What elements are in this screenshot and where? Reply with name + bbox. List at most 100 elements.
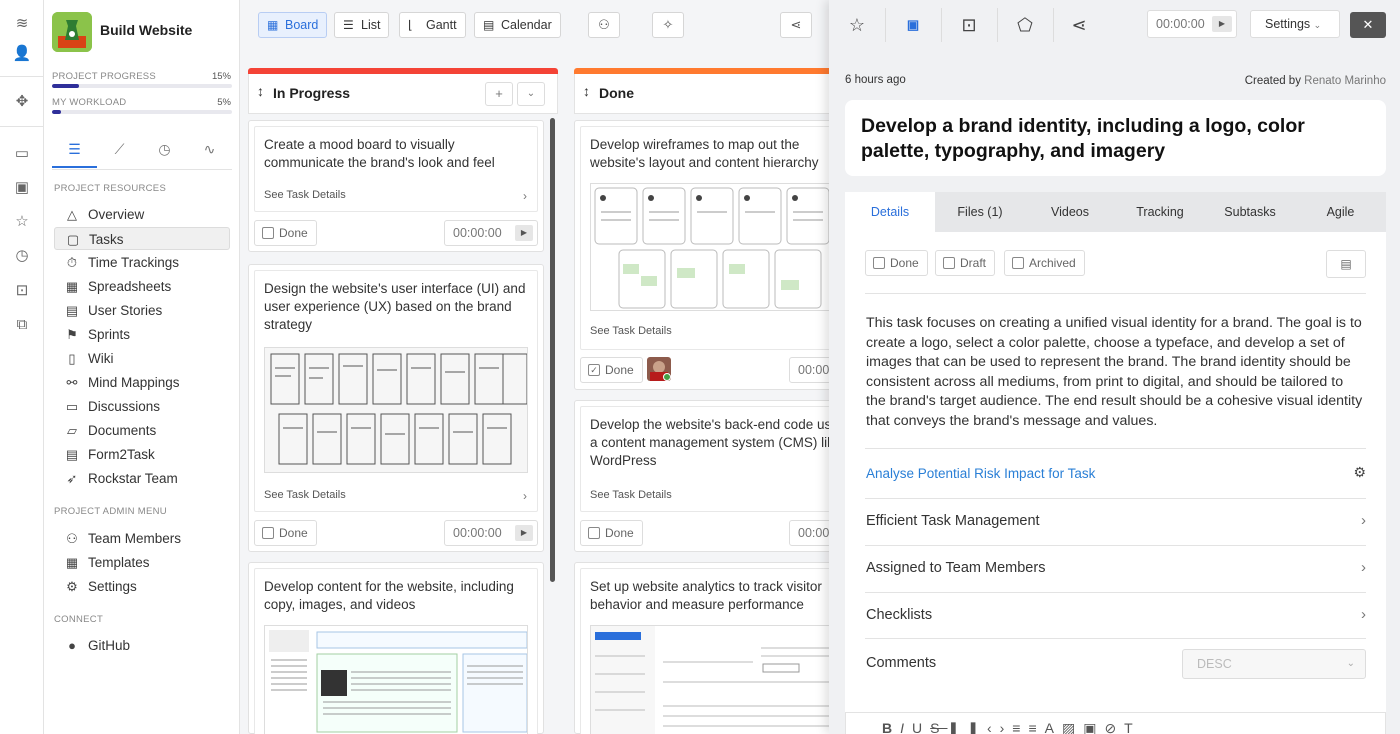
- clear-format-icon[interactable]: T: [1124, 720, 1141, 734]
- chevron-right-icon[interactable]: ›: [1361, 512, 1366, 529]
- section-assigned-team-members[interactable]: Assigned to Team Members: [866, 560, 1366, 576]
- compass-icon[interactable]: ✥: [12, 92, 32, 112]
- code-icon[interactable]: ‹›: [987, 720, 1012, 734]
- tab-files[interactable]: Files (1): [935, 192, 1025, 232]
- code-icon[interactable]: ⧉: [12, 315, 32, 335]
- image-icon[interactable]: ▣: [12, 178, 32, 198]
- task-timer[interactable]: 00:00:00 ▶: [444, 520, 538, 546]
- task-card-body[interactable]: Develop the website's back-end code usin…: [580, 406, 864, 512]
- briefcase-icon[interactable]: ▭: [12, 144, 32, 164]
- sparkle-icon[interactable]: ✧: [652, 12, 684, 38]
- activity-icon[interactable]: ∿: [187, 134, 232, 168]
- highlight-icon[interactable]: ▨: [1062, 720, 1083, 734]
- sort-arrows-icon[interactable]: ↕: [583, 83, 590, 99]
- sidebar-item-mind-mappings[interactable]: ⚯ Mind Mappings: [54, 371, 230, 394]
- sidebar-item-tasks[interactable]: ▢ Tasks: [54, 227, 230, 250]
- panel-timer[interactable]: 00:00:00 ▶: [1147, 10, 1237, 38]
- risk-analysis-link[interactable]: Analyse Potential Risk Impact for Task: [866, 466, 1095, 481]
- comments-sort-select[interactable]: DESC ⌄: [1182, 649, 1366, 679]
- ordered-list-icon[interactable]: ≡: [1012, 720, 1028, 734]
- sort-arrows-icon[interactable]: ↕: [257, 83, 264, 99]
- sidebar-item-user-stories[interactable]: ▤ User Stories: [54, 299, 230, 322]
- people-icon[interactable]: ⚇: [588, 12, 620, 38]
- robot-icon[interactable]: ⊡: [12, 281, 32, 301]
- sidebar-item-spreadsheets[interactable]: ▦ Spreadsheets: [54, 275, 230, 298]
- quote-icon[interactable]: ❚❚: [947, 720, 986, 734]
- bold-icon[interactable]: B: [882, 720, 900, 734]
- play-icon[interactable]: ▶: [1212, 16, 1232, 32]
- checkbox-box[interactable]: [873, 257, 885, 269]
- project-title[interactable]: Build Website: [100, 22, 192, 38]
- done-checkbox[interactable]: Done: [865, 250, 928, 276]
- history-icon[interactable]: ◷: [142, 134, 187, 168]
- link-icon[interactable]: ⊘: [1104, 720, 1124, 734]
- settings-dropdown[interactable]: Settings ⌄: [1250, 10, 1340, 38]
- chart-icon[interactable]: ⟋: [97, 134, 142, 168]
- chevron-right-icon[interactable]: ›: [1361, 559, 1366, 576]
- see-task-details-link[interactable]: See Task Details: [264, 489, 346, 501]
- chevron-down-icon[interactable]: ⌄: [517, 82, 545, 106]
- checkbox-box[interactable]: [1012, 257, 1024, 269]
- checkbox-box[interactable]: [262, 527, 274, 539]
- sidebar-item-templates[interactable]: ▦ Templates: [54, 551, 230, 574]
- avatar[interactable]: [647, 357, 671, 381]
- done-checkbox[interactable]: Done: [580, 520, 643, 546]
- play-icon[interactable]: ▶: [515, 525, 533, 541]
- task-card-body[interactable]: Set up website analytics to track visito…: [580, 568, 864, 734]
- sidebar-item-documents[interactable]: ▱ Documents: [54, 419, 230, 442]
- board-view-button[interactable]: ▦ Board: [258, 12, 328, 38]
- share-icon[interactable]: ⋖: [780, 12, 812, 38]
- see-task-details-link[interactable]: See Task Details: [590, 489, 672, 501]
- task-timer[interactable]: 00:00:00 ▶: [444, 220, 538, 246]
- task-card-body[interactable]: Develop wireframes to map out the websit…: [580, 126, 864, 350]
- checkbox-box[interactable]: ✓: [588, 364, 600, 376]
- done-checkbox[interactable]: Done: [254, 520, 317, 546]
- section-efficient-task-management[interactable]: Efficient Task Management: [866, 513, 1366, 529]
- task-card-body[interactable]: Develop content for the website, includi…: [254, 568, 538, 734]
- clock-icon[interactable]: ◷: [12, 246, 32, 266]
- italic-icon[interactable]: I: [900, 720, 912, 734]
- sidebar-item-time-trackings[interactable]: ⏱ Time Trackings: [54, 251, 230, 274]
- sidebar-item-team-members[interactable]: ⚇ Team Members: [54, 527, 230, 550]
- sidebar-item-sprints[interactable]: ⚑ Sprints: [54, 323, 230, 346]
- task-card[interactable]: Design the website's user interface (UI)…: [248, 264, 544, 552]
- task-card-body[interactable]: Design the website's user interface (UI)…: [254, 270, 538, 512]
- sidebar-item-form2task[interactable]: ▤ Form2Task: [54, 443, 230, 466]
- tab-videos[interactable]: Videos: [1025, 192, 1115, 232]
- archived-checkbox[interactable]: Archived: [1004, 250, 1085, 276]
- task-title-heading[interactable]: Develop a brand identity, including a lo…: [845, 100, 1386, 176]
- tab-subtasks[interactable]: Subtasks: [1205, 192, 1295, 232]
- text-color-icon[interactable]: A: [1045, 720, 1062, 734]
- task-description[interactable]: This task focuses on creating a unified …: [866, 314, 1366, 431]
- comment-editor-toolbar[interactable]: BIUS❚❚‹›≡≡A▨▣⊘T: [845, 712, 1386, 734]
- sidebar-item-overview[interactable]: △ Overview: [54, 203, 230, 226]
- share-icon[interactable]: ⋖: [1063, 10, 1095, 40]
- image-icon[interactable]: ▣: [1083, 720, 1104, 734]
- sidebar-item-github[interactable]: ● GitHub: [54, 634, 230, 657]
- creator-name[interactable]: Renato Marinho: [1304, 75, 1386, 87]
- board-scrollbar[interactable]: [550, 118, 555, 582]
- tab-agile[interactable]: Agile: [1295, 192, 1386, 232]
- chevron-right-icon[interactable]: ›: [523, 489, 527, 503]
- ai-chip-icon[interactable]: ▣: [897, 10, 929, 40]
- done-checkbox[interactable]: Done: [254, 220, 317, 246]
- tab-details[interactable]: Details: [845, 192, 935, 232]
- underline-icon[interactable]: U: [912, 720, 930, 734]
- task-card[interactable]: Create a mood board to visually communic…: [248, 120, 544, 252]
- tags-icon[interactable]: ⬠: [1009, 10, 1041, 40]
- checkbox-box[interactable]: [262, 227, 274, 239]
- draft-checkbox[interactable]: Draft: [935, 250, 996, 276]
- sidebar-item-settings[interactable]: ⚙ Settings: [54, 575, 230, 598]
- task-card[interactable]: Develop wireframes to map out the websit…: [574, 120, 883, 390]
- add-user-icon[interactable]: 👤: [12, 44, 32, 64]
- see-task-details-link[interactable]: See Task Details: [590, 325, 672, 337]
- menu-icon[interactable]: ☰: [52, 134, 97, 168]
- save-icon[interactable]: ▤: [1326, 250, 1366, 278]
- sidebar-item-wiki[interactable]: ▯ Wiki: [54, 347, 230, 370]
- bullet-list-icon[interactable]: ≡: [1028, 720, 1044, 734]
- checkbox-box[interactable]: [588, 527, 600, 539]
- calendar-view-button[interactable]: ▤ Calendar: [474, 12, 561, 38]
- chevron-right-icon[interactable]: ›: [523, 189, 527, 203]
- checkbox-box[interactable]: [943, 257, 955, 269]
- task-card[interactable]: Develop the website's back-end code usin…: [574, 400, 883, 552]
